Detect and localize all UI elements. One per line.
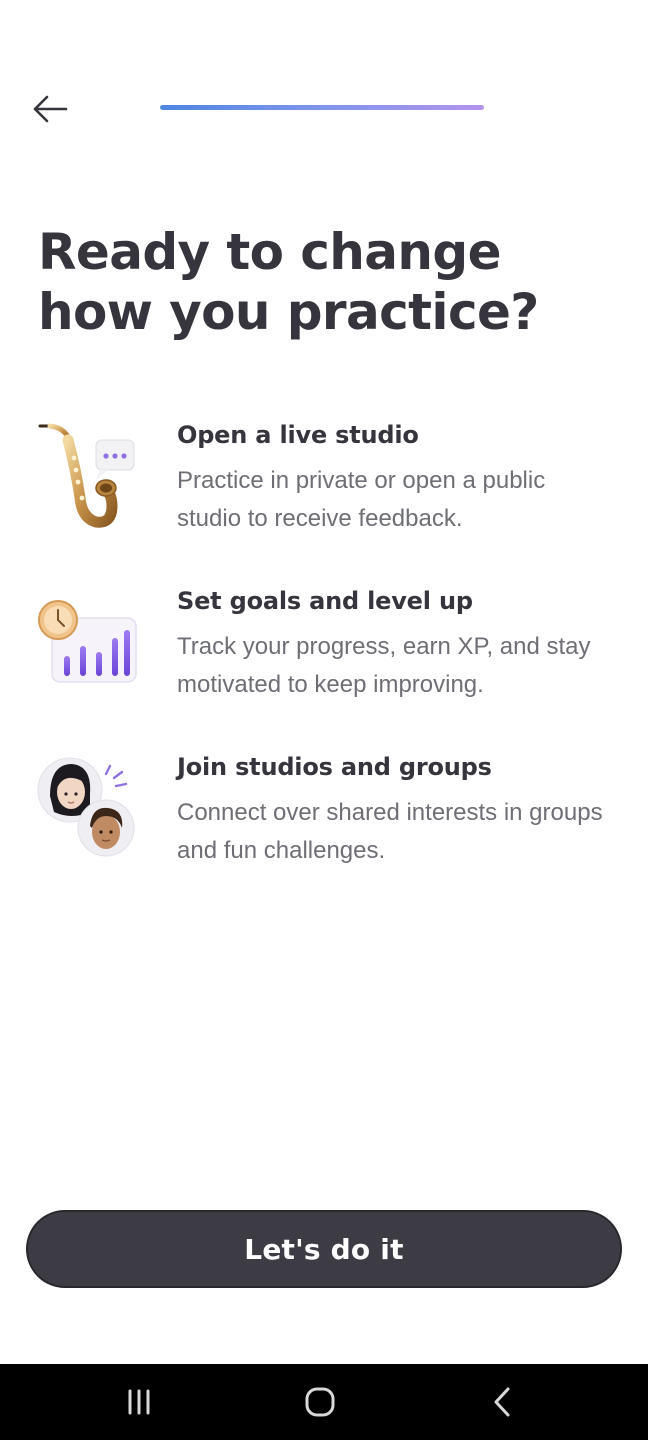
recents-button[interactable]	[94, 1364, 184, 1440]
home-icon	[305, 1387, 335, 1417]
back-button[interactable]	[26, 86, 74, 132]
feature-title: Set goals and level up	[177, 587, 473, 615]
home-button[interactable]	[275, 1364, 365, 1440]
page-title: Ready to change how you practice?	[38, 223, 539, 341]
system-back-button[interactable]	[457, 1364, 547, 1440]
cta-label: Let's do it	[244, 1232, 404, 1266]
onboarding-progress-bar	[160, 105, 484, 110]
feature-description: Connect over shared interests in groups …	[177, 799, 603, 864]
top-bar	[0, 0, 648, 180]
feature-title: Join studios and groups	[177, 753, 492, 781]
people-group-icon	[36, 752, 140, 864]
feature-item-goals: Set goals and level up Track your progre…	[0, 586, 648, 736]
feature-description: Practice in private or open a public stu…	[177, 467, 546, 532]
system-navigation-bar	[0, 1364, 648, 1440]
saxophone-icon	[36, 420, 140, 532]
feature-description: Track your progress, earn XP, and stay m…	[177, 633, 591, 698]
recents-icon	[128, 1389, 150, 1415]
arrow-left-icon	[33, 95, 68, 123]
feature-title: Open a live studio	[177, 421, 419, 449]
progress-chart-icon	[36, 586, 140, 698]
lets-do-it-button[interactable]: Let's do it	[26, 1210, 622, 1288]
feature-item-groups: Join studios and groups Connect over sha…	[0, 752, 648, 902]
progress-bar-fill	[160, 105, 484, 110]
feature-item-live-studio: Open a live studio Practice in private o…	[0, 420, 648, 570]
system-back-icon	[494, 1387, 510, 1417]
